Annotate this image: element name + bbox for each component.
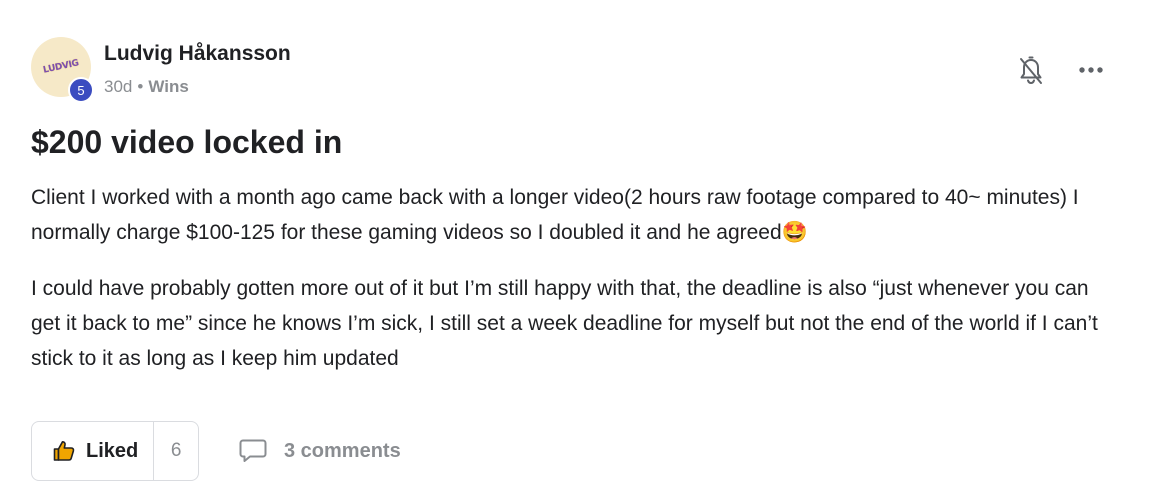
comments-link[interactable]: 3 comments — [238, 434, 401, 468]
comment-icon — [239, 439, 267, 462]
like-count[interactable]: 6 — [154, 440, 198, 462]
post-paragraph: Client I worked with a month ago came ba… — [31, 186, 1079, 244]
comments-count-label: 3 comments — [284, 439, 401, 462]
thumbs-up-icon — [53, 441, 75, 461]
post-title: $200 video locked in — [31, 124, 343, 160]
post-body: Client I worked with a month ago came ba… — [31, 180, 1121, 397]
notification-toggle-button[interactable] — [1015, 54, 1047, 88]
author-name[interactable]: Ludvig Håkansson — [104, 42, 291, 66]
post-category[interactable]: Wins — [148, 77, 188, 97]
like-button[interactable]: Liked — [32, 422, 155, 480]
avatar-logo: LUDVIG — [42, 58, 80, 76]
like-label: Liked — [86, 439, 139, 462]
more-horizontal-icon — [1079, 67, 1103, 73]
post-paragraph: I could have probably gotten more out of… — [31, 277, 1098, 370]
like-control: Liked 6 — [31, 421, 199, 481]
meta-separator: • — [137, 77, 144, 96]
more-options-button[interactable] — [1075, 56, 1107, 84]
level-badge: 5 — [68, 77, 94, 103]
author-avatar-wrap[interactable]: LUDVIG 5 — [31, 37, 94, 103]
bell-off-icon — [1020, 56, 1042, 85]
post-card: LUDVIG 5 Ludvig Håkansson 30d • Wins $20… — [0, 0, 1160, 500]
post-time: 30d — [104, 77, 133, 96]
post-meta: 30d • Wins — [104, 77, 189, 97]
